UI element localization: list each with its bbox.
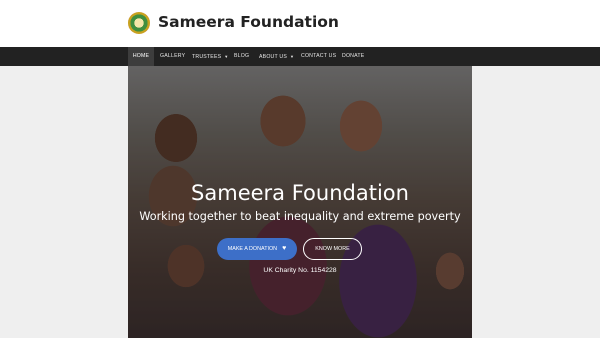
nav-item-label: BLOG [234,53,250,59]
nav-item-trustees[interactable]: TRUSTEES ▼ [192,47,228,66]
nav-item-home[interactable]: HOME [128,47,154,66]
know-more-label: KNOW MORE [315,246,350,252]
nav-item-label: HOME [132,53,150,59]
nav-item-blog[interactable]: BLOG [234,47,249,66]
nav-item-about-us[interactable]: ABOUT US ▼ [259,47,294,66]
nav-item-label: ABOUT US [259,54,288,60]
donate-button-label: MAKE A DONATION [227,246,278,252]
nav-item-label: GALLERY [160,53,186,59]
site-header: Sameera Foundation [0,0,600,47]
hero-title: Sameera Foundation [191,181,409,205]
nav-item-label: DONATE [342,53,365,59]
make-donation-button[interactable]: MAKE A DONATION ♥ [217,238,297,260]
main-nav: HOME GALLERY TRUSTEES ▼ BLOG ABOUT US ▼ CO… [0,47,600,66]
nav-item-donate[interactable]: DONATE [342,47,364,66]
charity-number: UK Charity No. 1154228 [263,267,337,274]
nav-item-gallery[interactable]: GALLERY [160,47,185,66]
know-more-button[interactable]: KNOW MORE [303,238,362,260]
chevron-down-icon: ▼ [290,54,295,59]
chevron-down-icon: ▼ [224,54,229,59]
hero-banner: Sameera Foundation Working together to b… [128,66,472,338]
nav-item-label: CONTACT US [301,53,337,59]
hero-subtitle: Working together to beat inequality and … [139,210,461,223]
nav-item-label: TRUSTEES [192,54,222,60]
heart-icon: ♥ [282,245,287,252]
nav-item-contact-us[interactable]: CONTACT US [301,47,336,66]
site-title[interactable]: Sameera Foundation [158,13,339,31]
foundation-logo[interactable] [128,12,150,34]
